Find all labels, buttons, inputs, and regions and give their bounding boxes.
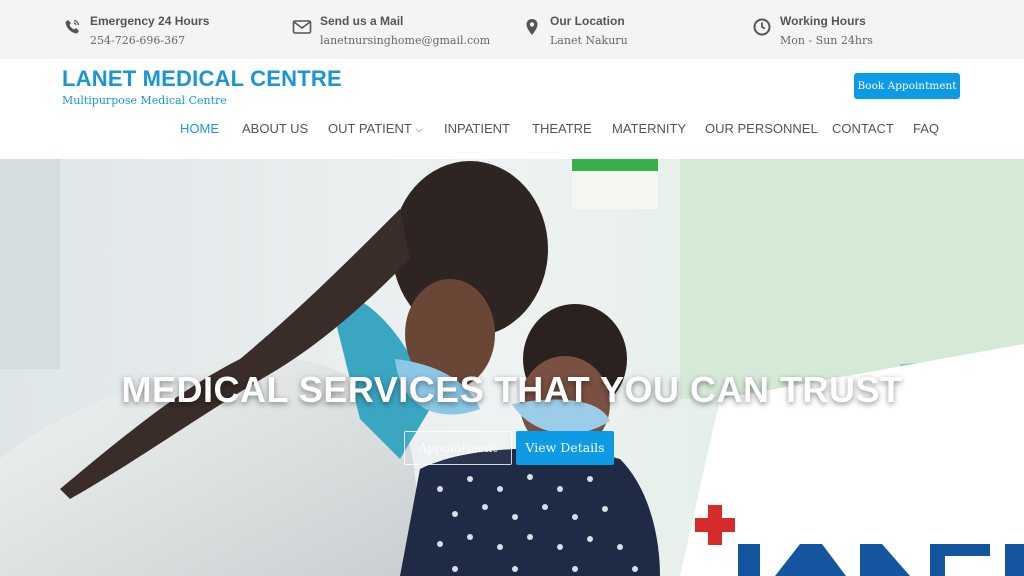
clock-icon [753, 18, 771, 36]
book-appointment-button[interactable]: Book Appointment [854, 73, 960, 99]
nav-out-patient-label: OUT PATIENT [328, 121, 412, 136]
top-info-bar: Emergency 24 Hours 254-726-696-367 Send … [0, 0, 1024, 59]
phone-icon [65, 19, 80, 34]
nav-faq[interactable]: FAQ [913, 121, 939, 136]
hours-title: Working Hours [780, 14, 866, 28]
nav-about-us[interactable]: ABOUT US [242, 121, 308, 136]
mail-address[interactable]: lanetnursinghome@gmail.com [320, 34, 490, 47]
map-pin-icon [526, 19, 538, 35]
emergency-title: Emergency 24 Hours [90, 14, 210, 28]
nav-home[interactable]: HOME [180, 121, 219, 136]
nav-out-patient[interactable]: OUT PATIENT ⌵ [328, 121, 423, 136]
nav-our-personnel[interactable]: OUR PERSONNEL [705, 121, 818, 136]
nav-inpatient[interactable]: INPATIENT [444, 121, 510, 136]
hero-background-image [0, 159, 1024, 576]
envelope-icon [292, 20, 312, 34]
appointment-button[interactable]: Appointment [404, 431, 512, 465]
chevron-down-icon: ⌵ [415, 124, 423, 134]
mail-title: Send us a Mail [320, 14, 404, 28]
nav-theatre[interactable]: THEATRE [532, 121, 592, 136]
nav-maternity[interactable]: MATERNITY [612, 121, 686, 136]
emergency-phone[interactable]: 254-726-696-367 [90, 34, 185, 47]
location-value: Lanet Nakuru [550, 34, 628, 47]
site-tagline: Multipurpose Medical Centre [62, 94, 227, 107]
hero-title: MEDICAL SERVICES THAT YOU CAN TRUST [121, 369, 903, 410]
nav-contact[interactable]: CONTACT [832, 121, 894, 136]
main-nav: HOME ABOUT US OUT PATIENT ⌵ INPATIENT THE… [0, 121, 1024, 141]
site-logo-text[interactable]: LANET MEDICAL CENTRE [62, 66, 342, 92]
hero-slider: MEDICAL SERVICES THAT YOU CAN TRUST Appo… [0, 159, 1024, 576]
hours-value: Mon - Sun 24hrs [780, 34, 873, 47]
location-title: Our Location [550, 14, 625, 28]
view-details-button[interactable]: View Details [516, 431, 614, 465]
